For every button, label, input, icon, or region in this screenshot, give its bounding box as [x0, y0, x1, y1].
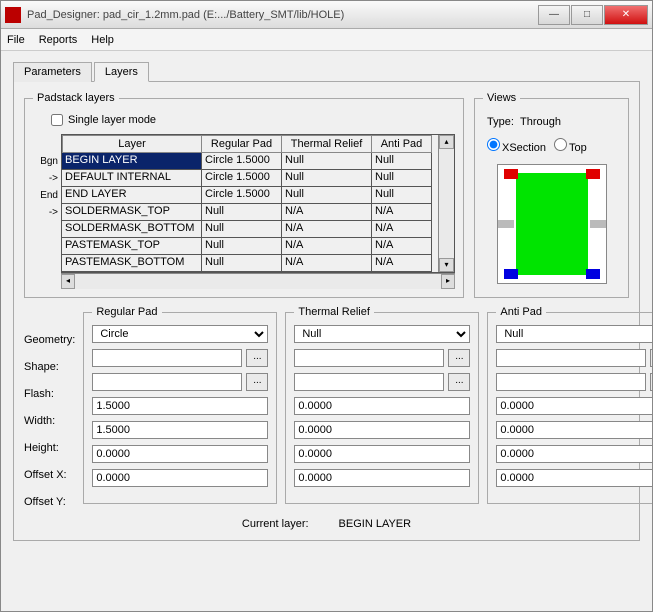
tab-panel: Padstack layers Single layer mode Bgn ->… [13, 81, 640, 541]
table-row[interactable]: PASTEMASK_BOTTOMNullN/AN/A [62, 255, 438, 272]
views-group: Views Type: Through XSection Top [474, 92, 629, 298]
layers-grid[interactable]: Layer Regular Pad Thermal Relief Anti Pa… [61, 134, 455, 273]
anti-offy-input[interactable] [496, 469, 652, 487]
thermal-geometry-select[interactable]: Null [294, 325, 470, 343]
menu-reports[interactable]: Reports [39, 34, 78, 46]
padstack-layers-group: Padstack layers Single layer mode Bgn ->… [24, 92, 464, 298]
tab-layers[interactable]: Layers [94, 62, 149, 82]
thermal-height-input[interactable] [294, 421, 470, 439]
minimize-button[interactable]: — [538, 5, 570, 25]
regular-offy-input[interactable] [92, 469, 268, 487]
app-window: Pad_Designer: pad_cir_1.2mm.pad (E:.../B… [0, 0, 653, 612]
table-row[interactable]: SOLDERMASK_BOTTOMNullN/AN/A [62, 221, 438, 238]
menu-file[interactable]: File [7, 34, 25, 46]
table-row[interactable]: DEFAULT INTERNALCircle 1.5000NullNull [62, 170, 438, 187]
regular-shape-browse[interactable]: ... [246, 349, 268, 367]
menubar: File Reports Help [1, 29, 652, 51]
scroll-down-icon[interactable]: ▾ [439, 258, 454, 272]
table-row[interactable]: PASTEMASK_TOPNullN/AN/A [62, 238, 438, 255]
table-row[interactable]: SOLDERMASK_TOPNullN/AN/A [62, 204, 438, 221]
single-layer-input[interactable] [51, 114, 63, 126]
thermal-offx-input[interactable] [294, 445, 470, 463]
client-area: Parameters Layers Padstack layers Single… [1, 51, 652, 611]
current-layer: Current layer:BEGIN LAYER [24, 518, 629, 530]
horizontal-scrollbar[interactable]: ◂ ▸ [61, 273, 455, 289]
regular-geometry-select[interactable]: Circle [92, 325, 268, 343]
table-row[interactable]: BEGIN LAYERCircle 1.5000NullNull [62, 153, 438, 170]
radio-xsection[interactable]: XSection [487, 138, 546, 154]
thermal-offy-input[interactable] [294, 469, 470, 487]
regular-flash-input[interactable] [92, 373, 242, 391]
row-labels: Bgn -> End -> [33, 134, 61, 273]
scroll-right-icon[interactable]: ▸ [441, 274, 455, 289]
table-row[interactable]: END LAYERCircle 1.5000NullNull [62, 187, 438, 204]
thermal-shape-input[interactable] [294, 349, 444, 367]
xsection-preview [497, 164, 607, 284]
views-legend: Views [483, 92, 520, 104]
regular-shape-input[interactable] [92, 349, 242, 367]
thermal-flash-browse[interactable]: ... [448, 373, 470, 391]
titlebar: Pad_Designer: pad_cir_1.2mm.pad (E:.../B… [1, 1, 652, 29]
window-buttons: — □ ✕ [538, 5, 648, 25]
app-icon [5, 7, 21, 23]
menu-help[interactable]: Help [91, 34, 114, 46]
padstack-legend: Padstack layers [33, 92, 119, 104]
thermal-flash-input[interactable] [294, 373, 444, 391]
maximize-button[interactable]: □ [571, 5, 603, 25]
scroll-left-icon[interactable]: ◂ [61, 274, 75, 289]
field-labels: Geometry: Shape: Flash: Width: Height: O… [24, 306, 75, 512]
thermal-width-input[interactable] [294, 397, 470, 415]
tab-parameters[interactable]: Parameters [13, 62, 92, 82]
scroll-up-icon[interactable]: ▴ [439, 135, 454, 149]
anti-pad-group: Anti Pad Null ... ... [487, 306, 652, 504]
grid-headers: Layer Regular Pad Thermal Relief Anti Pa… [62, 135, 438, 153]
regular-offx-input[interactable] [92, 445, 268, 463]
anti-shape-input[interactable] [496, 349, 646, 367]
anti-shape-browse[interactable]: ... [650, 349, 652, 367]
thermal-relief-group: Thermal Relief Null ... ... [285, 306, 479, 504]
anti-flash-input[interactable] [496, 373, 646, 391]
tabs: Parameters Layers [13, 62, 640, 82]
close-button[interactable]: ✕ [604, 5, 648, 25]
anti-geometry-select[interactable]: Null [496, 325, 652, 343]
window-title: Pad_Designer: pad_cir_1.2mm.pad (E:.../B… [27, 9, 538, 21]
regular-width-input[interactable] [92, 397, 268, 415]
anti-width-input[interactable] [496, 397, 652, 415]
anti-offx-input[interactable] [496, 445, 652, 463]
regular-pad-group: Regular Pad Circle ... ... [83, 306, 277, 504]
regular-flash-browse[interactable]: ... [246, 373, 268, 391]
anti-flash-browse[interactable]: ... [650, 373, 652, 391]
regular-height-input[interactable] [92, 421, 268, 439]
thermal-shape-browse[interactable]: ... [448, 349, 470, 367]
single-layer-checkbox[interactable]: Single layer mode [51, 114, 455, 126]
vertical-scrollbar[interactable]: ▴ ▾ [438, 135, 454, 272]
anti-height-input[interactable] [496, 421, 652, 439]
radio-top[interactable]: Top [554, 138, 587, 154]
